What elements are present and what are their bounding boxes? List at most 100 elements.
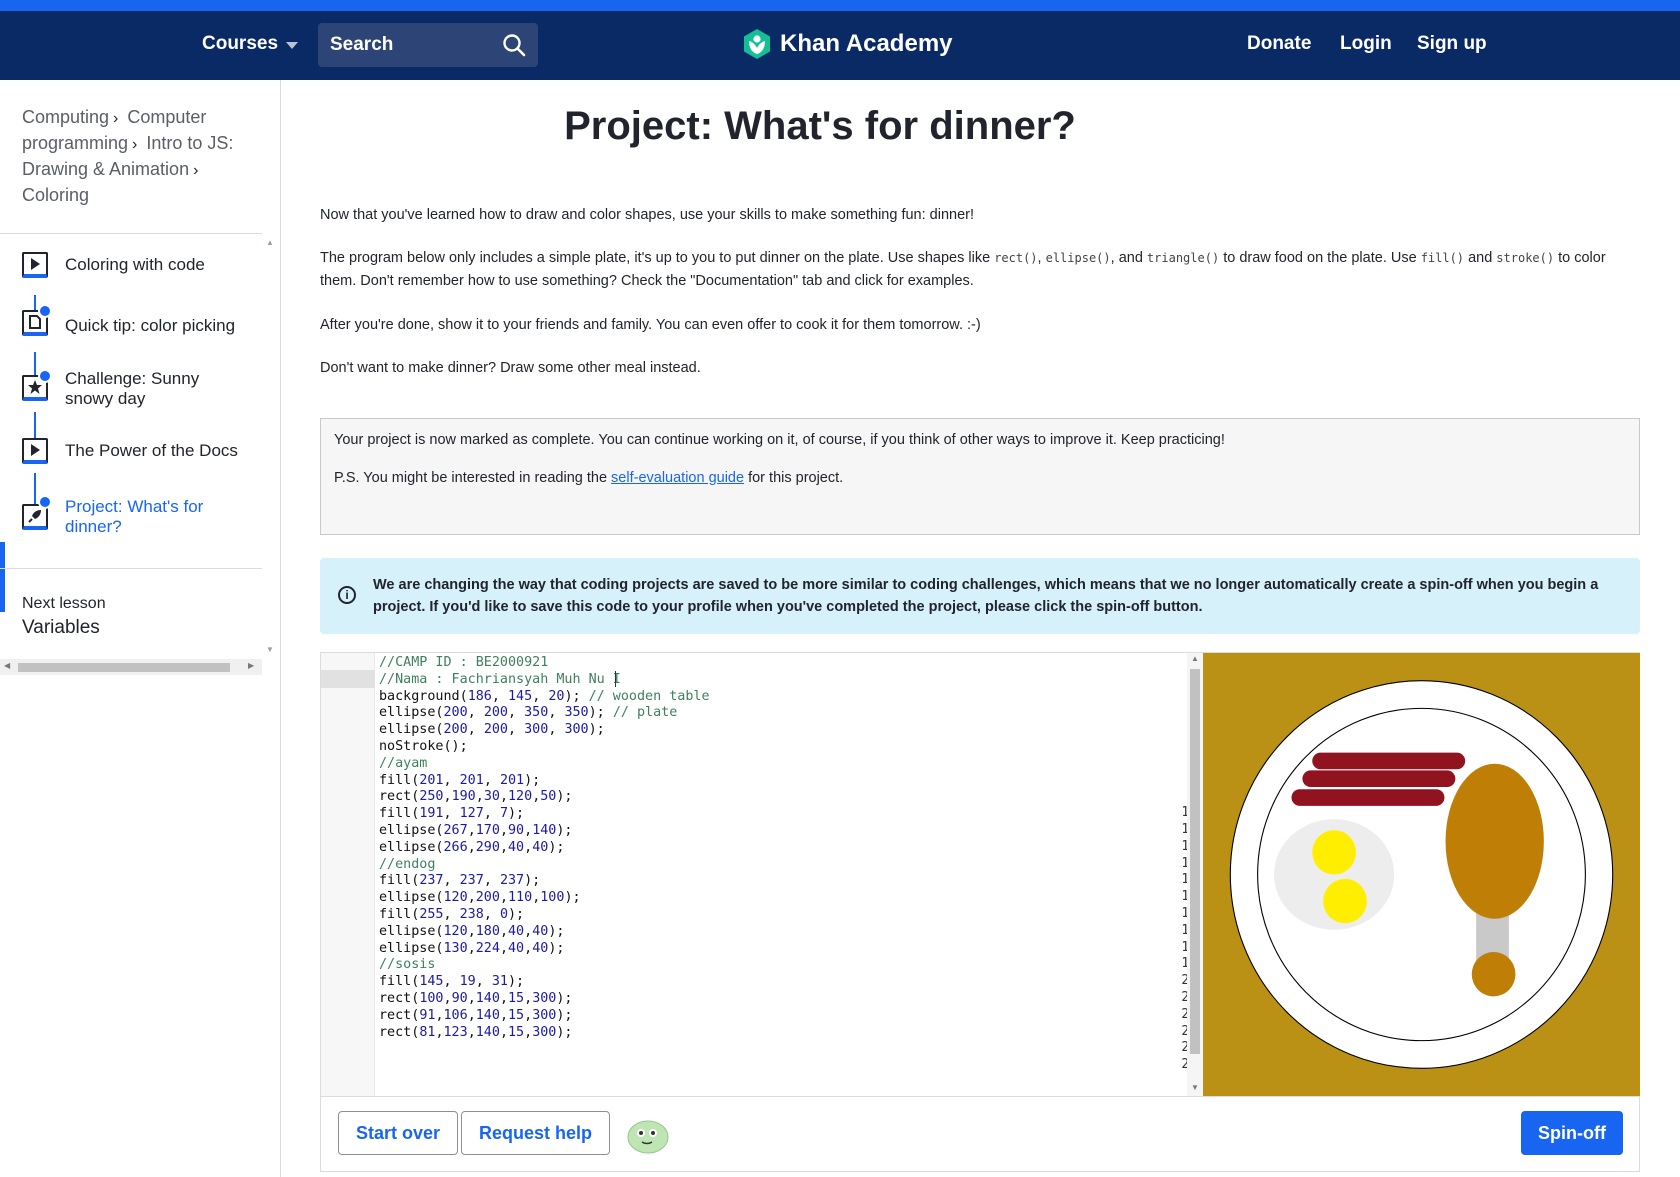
courses-menu[interactable]: Courses <box>202 33 299 55</box>
scroll-down-arrow-icon[interactable]: ▼ <box>266 645 274 654</box>
scrollbar-thumb[interactable] <box>18 663 230 672</box>
scroll-right-arrow-icon[interactable]: ▶ <box>248 661 254 670</box>
info-icon: i <box>338 586 356 604</box>
code-ellipse: ellipse() <box>1045 251 1111 265</box>
start-over-button[interactable]: Start over <box>338 1111 459 1155</box>
active-line-highlight <box>321 670 375 688</box>
info-banner: i We are changing the way that coding pr… <box>320 558 1640 634</box>
donate-link[interactable]: Donate <box>1247 33 1311 55</box>
code-line[interactable]: ellipse(120,200,110,100); <box>379 889 581 907</box>
play-icon <box>22 252 48 278</box>
login-link[interactable]: Login <box>1340 33 1392 55</box>
output-canvas[interactable] <box>1203 653 1640 1096</box>
spin-off-button[interactable]: Spin-off <box>1521 1111 1623 1155</box>
text-cursor <box>615 671 616 687</box>
code-line[interactable]: fill(145, 19, 31); <box>379 973 524 991</box>
code-triangle: triangle() <box>1146 251 1220 265</box>
horizontal-scrollbar[interactable]: ◀ ▶ <box>0 659 262 675</box>
code-line[interactable]: ellipse(120,180,40,40); <box>379 923 564 941</box>
next-lesson-caption: Next lesson <box>22 595 106 612</box>
code-line[interactable]: background(186, 145, 20); // wooden tabl… <box>379 688 710 706</box>
ps-text: P.S. You might be interested in reading … <box>334 470 612 486</box>
breadcrumb-computing[interactable]: Computing <box>22 107 109 127</box>
code-line[interactable]: //Nama : Fachriansyah Muh Nu I <box>379 671 621 689</box>
lesson-sidebar: Computing › Computer programming › Intro t… <box>0 80 281 1177</box>
search-input[interactable]: Search <box>318 23 538 67</box>
code-line[interactable]: //endog <box>379 856 435 874</box>
scroll-up-arrow-icon[interactable]: ▲ <box>1191 654 1199 663</box>
after-paragraph: After you're done, show it to your frien… <box>320 317 981 333</box>
code-line[interactable]: fill(237, 237, 237); <box>379 872 540 890</box>
lesson-item-coloring-with-code[interactable]: Coloring with code <box>0 235 262 295</box>
breadcrumb: Computing › Computer programming › Intro t… <box>22 105 267 208</box>
lesson-item-quick-tip[interactable]: Quick tip: color picking <box>0 295 262 357</box>
scroll-up-arrow-icon[interactable]: ▲ <box>266 238 274 247</box>
code-line[interactable]: fill(201, 201, 201); <box>379 772 540 790</box>
code-line[interactable]: //CAMP ID : BE2000921 <box>379 654 548 672</box>
code-line[interactable]: ellipse(200, 200, 300, 300); <box>379 721 605 739</box>
top-accent-strip <box>0 0 1680 11</box>
code-line[interactable]: fill(255, 238, 0); <box>379 906 524 924</box>
breadcrumb-separator-icon: › <box>132 136 138 153</box>
next-lesson[interactable]: Next lesson Variables <box>22 595 106 639</box>
scroll-down-arrow-icon[interactable]: ▼ <box>1191 1083 1199 1092</box>
code-stroke: stroke() <box>1496 251 1555 265</box>
courses-label: Courses <box>202 33 279 54</box>
lesson-item-power-of-docs[interactable]: The Power of the Docs <box>0 419 262 481</box>
search-placeholder: Search <box>330 34 394 55</box>
code-editor[interactable]: 1234567891011121314151617181920212223242… <box>321 653 1203 1096</box>
lesson-item-sunny-snowy-day[interactable]: Challenge: Sunny snowy day <box>0 357 262 419</box>
egg-yolk <box>1323 878 1367 924</box>
lesson-item-whats-for-dinner[interactable]: Project: What's for dinner? <box>0 481 262 551</box>
lesson-label: The Power of the Docs <box>65 441 238 460</box>
scroll-left-arrow-icon[interactable]: ◀ <box>4 661 10 670</box>
code-editor-panel: 1234567891011121314151617181920212223242… <box>320 652 1640 1172</box>
sausage <box>1291 789 1445 806</box>
page-title: Project: What's for dinner? <box>564 104 1076 148</box>
next-lesson-title[interactable]: Variables <box>22 617 106 639</box>
other-meal-paragraph: Don't want to make dinner? Draw some oth… <box>320 360 701 376</box>
checkmark-icon <box>38 304 52 318</box>
code-line[interactable]: rect(81,123,140,15,300); <box>379 1024 573 1042</box>
code-rect: rect() <box>994 251 1038 265</box>
avatar[interactable] <box>627 1116 669 1154</box>
program-paragraph: The program below only includes a simple… <box>320 247 1610 293</box>
program-text: The program below only includes a simple… <box>320 250 995 266</box>
code-line[interactable]: //ayam <box>379 755 427 773</box>
checkmark-icon <box>38 495 52 509</box>
top-navbar: Courses Search Khan Academy Donate Login… <box>0 11 1680 80</box>
khan-academy-logo[interactable]: Khan Academy <box>742 28 953 60</box>
code-line[interactable]: rect(250,190,30,120,50); <box>379 788 573 806</box>
code-line[interactable]: ellipse(130,224,40,40); <box>379 940 564 958</box>
code-line[interactable]: ellipse(267,170,90,140); <box>379 822 573 840</box>
code-line[interactable]: ellipse(266,290,40,40); <box>379 839 564 857</box>
editor-vertical-scrollbar[interactable]: ▲ ▼ <box>1187 653 1203 1096</box>
and-text: , and <box>1110 250 1147 266</box>
sausage <box>1302 770 1456 788</box>
code-line[interactable]: fill(191, 127, 7); <box>379 805 524 823</box>
code-line[interactable]: rect(100,90,140,15,300); <box>379 990 573 1008</box>
request-help-button[interactable]: Request help <box>461 1111 611 1155</box>
scrollbar-thumb[interactable] <box>1190 669 1200 1054</box>
lesson-label: Coloring with code <box>65 255 205 274</box>
breadcrumb-coloring[interactable]: Coloring <box>22 185 89 205</box>
code-line[interactable]: //sosis <box>379 956 435 974</box>
code-line[interactable]: ellipse(200, 200, 350, 350); // plate <box>379 704 677 722</box>
ps-message: P.S. You might be interested in reading … <box>334 470 1626 486</box>
drumstick-knob <box>1471 952 1516 997</box>
sidebar-divider <box>0 568 262 569</box>
breadcrumb-separator-icon: › <box>193 162 199 179</box>
ps-text: for this project. <box>744 470 844 486</box>
completion-message: Your project is now marked as complete. … <box>334 432 1225 448</box>
completion-notice: Your project is now marked as complete. … <box>320 418 1640 535</box>
code-line[interactable]: noStroke(); <box>379 738 468 756</box>
search-icon[interactable] <box>502 33 526 57</box>
code-line[interactable]: rect(91,106,140,15,300); <box>379 1007 573 1025</box>
signup-link[interactable]: Sign up <box>1417 33 1487 55</box>
lesson-list[interactable]: Coloring with code Quick tip: color pick… <box>0 235 279 655</box>
play-icon <box>22 438 48 464</box>
drumstick-meat <box>1445 763 1544 919</box>
self-evaluation-guide-link[interactable]: self-evaluation guide <box>611 470 744 486</box>
logo-text: Khan Academy <box>780 30 953 57</box>
editor-footer: Start over Request help Spin-off <box>321 1096 1639 1172</box>
